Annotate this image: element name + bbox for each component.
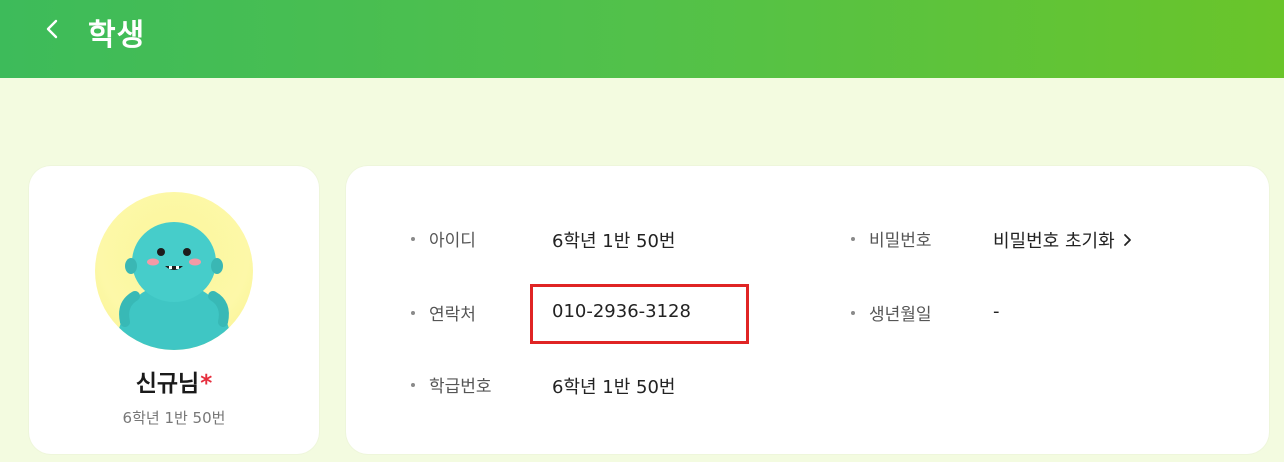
field-contact: 연락처	[411, 300, 476, 325]
back-button[interactable]	[40, 17, 64, 41]
field-class-number: 학급번호	[411, 372, 492, 397]
label-contact: 연락처	[429, 305, 476, 325]
password-reset-label: 비밀번호 초기화	[993, 231, 1115, 252]
character-avatar-icon	[115, 222, 233, 350]
top-header: 학생	[0, 0, 1284, 78]
student-name: 신규님*	[29, 364, 319, 398]
label-birthdate: 생년월일	[869, 305, 932, 325]
avatar	[95, 192, 253, 350]
chevron-left-icon	[46, 19, 58, 39]
password-reset-link[interactable]: 비밀번호 초기화	[993, 227, 1132, 253]
label-class-number: 학급번호	[429, 377, 492, 397]
required-mark: *	[200, 371, 213, 397]
bullet-icon	[851, 310, 855, 315]
profile-card: 신규님* 6학년 1반 50번	[29, 166, 319, 454]
page-title: 학생	[88, 18, 146, 53]
value-birthdate: -	[993, 301, 1000, 322]
bullet-icon	[411, 310, 415, 315]
student-name-text: 신규님	[135, 371, 200, 397]
info-card	[346, 166, 1269, 454]
bullet-icon	[851, 236, 855, 241]
label-password: 비밀번호	[869, 231, 932, 251]
value-id: 6학년 1반 50번	[552, 231, 676, 252]
field-id: 아이디	[411, 226, 476, 251]
field-birthdate: 생년월일	[851, 300, 932, 325]
chevron-right-icon	[1123, 234, 1131, 246]
value-class-number: 6학년 1반 50번	[552, 377, 676, 398]
bullet-icon	[411, 382, 415, 387]
bullet-icon	[411, 236, 415, 241]
contact-highlight-box	[530, 284, 749, 344]
label-id: 아이디	[429, 231, 476, 251]
field-password: 비밀번호	[851, 226, 932, 251]
student-class-info: 6학년 1반 50번	[122, 409, 226, 427]
